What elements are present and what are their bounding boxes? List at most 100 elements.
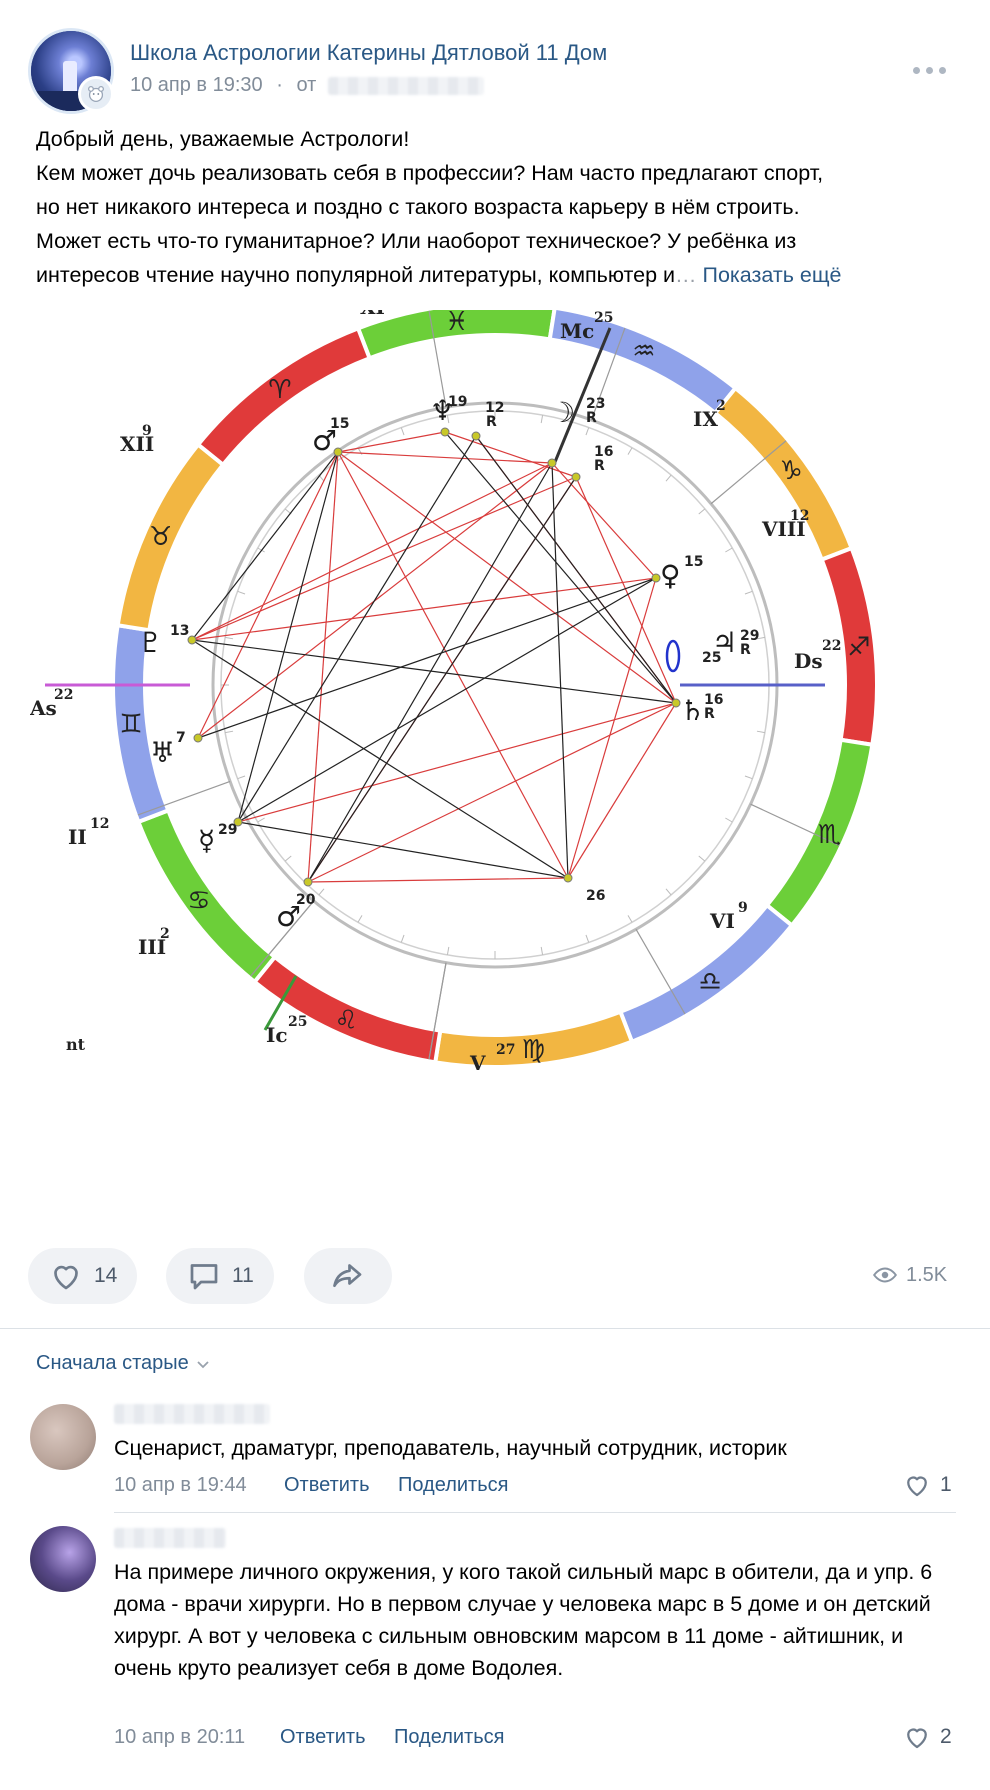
degree-tick [744,590,753,595]
share-button[interactable] [304,1248,392,1304]
comment-button[interactable]: 11 [166,1248,274,1304]
comment-like-count: 2 [940,1725,952,1748]
degree-tick [400,934,405,943]
more-horizontal-icon[interactable] [913,64,953,78]
degree-tick [665,474,672,482]
comment-date[interactable]: 10 апр в 20:11 [114,1726,245,1749]
heart-icon [907,1476,927,1497]
planet-degree-label: R [486,414,497,430]
share-link[interactable]: Поделиться [398,1474,508,1497]
bear-icon [78,76,114,112]
group-name[interactable]: Школа Астрологии Катерины Дятловой 11 До… [130,40,607,66]
planet-degree-label: 13 [170,623,189,639]
aspect-line-black [197,577,657,739]
planet-point [563,873,573,883]
degree-tick [627,915,633,923]
post-date[interactable]: 10 апр в 19:30 [130,74,263,96]
planet-degree-label: 25 [702,650,721,666]
reply-link[interactable]: Ответить [280,1726,366,1749]
house-degree-label: 12 [90,816,109,832]
degree-tick [400,427,405,436]
zodiac-sign-glyph: ♋ [187,886,210,916]
planet-degree-label: R [704,706,715,722]
comment-count: 11 [232,1264,254,1287]
house-label: XI [360,310,385,319]
degree-tick [318,888,325,896]
house-label: V [469,1051,486,1075]
aspect-line-red [237,702,677,823]
house-label: IX [693,407,718,431]
degree-tick [237,775,246,780]
show-more-link[interactable]: Показать ещё [703,263,842,287]
from-label: от [296,74,317,96]
comment-icon [190,1264,218,1290]
planet-glyph: ♇ [138,626,163,659]
reply-link[interactable]: Ответить [284,1474,370,1497]
degree-tick [257,817,265,823]
degree-tick [357,915,363,923]
post-text: Добрый день, уважаемые Астрологи! Кем мо… [36,122,956,292]
author-name-blurred[interactable] [327,76,484,95]
aspect-line-red [307,877,569,883]
planet-point [547,458,557,468]
zodiac-sign-glyph: ♑ [779,456,802,486]
house-degree-label: 22 [54,687,73,703]
aspect-line-black [237,451,339,823]
comment-divider [114,1512,956,1513]
degree-tick [446,946,450,955]
aspect-line-red [191,476,577,641]
house-degree-label: 22 [822,638,841,654]
chart-footer-label: nt [66,1035,86,1054]
comment-like-button[interactable]: 1 [902,1470,952,1500]
post-text-line: Добрый день, уважаемые Астрологи! [36,127,410,151]
planet-degree-label: 20 [296,892,316,908]
comment-avatar[interactable] [30,1404,96,1470]
comment-author-blurred[interactable] [114,1404,270,1424]
planet-degree-label: 15 [330,416,349,432]
degree-tick [225,730,234,734]
comment-text: Сценарист, драматург, преподаватель, нау… [114,1436,787,1460]
aspect-line-black [307,476,577,883]
comment-like-button[interactable]: 2 [902,1722,952,1752]
comment-author-blurred[interactable] [114,1528,226,1548]
comments-sort-dropdown[interactable]: Сначала старые [36,1352,211,1375]
aspect-lines [187,427,681,887]
comment-like-count: 1 [940,1473,952,1496]
degree-tick [665,888,672,896]
post-text-line: Может есть что-то гуманитарное? Или наоб… [36,229,797,253]
degree-tick [237,590,246,595]
views-count: 1.5K [906,1263,948,1286]
degree-tick [627,447,633,455]
post-text-last: интересов чтение научно популярной литер… [36,263,676,287]
comment-date[interactable]: 10 апр в 19:44 [114,1474,247,1497]
degree-tick [698,508,706,515]
planet-glyph: ♀ [660,559,681,592]
like-button[interactable]: 14 [28,1248,138,1304]
planet-degree-label: 7 [176,730,186,746]
planet-point [303,877,313,887]
comment-text: На примере личного окружения, у кого так… [114,1560,933,1680]
planet-point [193,733,203,743]
zodiac-sign-glyph: ♒ [632,337,655,367]
planet-glyph: ♄ [680,694,705,727]
aspect-line-red [337,451,569,879]
planet-degree-label: R [586,410,597,426]
planet-degree-label: R [740,642,751,658]
share-link[interactable]: Поделиться [394,1726,504,1749]
share-icon [333,1264,362,1288]
house-degree-label: 27 [496,1042,515,1058]
zodiac-sign-glyph: ♉ [149,522,172,552]
house-degree-label: 25 [594,310,613,326]
natal-chart-image[interactable]: ♓♒♑♐♏♎♍♌♋♊♉♈XI27Mc25IX2VIII12Ds22VI9V27I… [30,310,960,1220]
planet-point [671,698,681,708]
zodiac-sign-glyph: ♌ [334,1005,357,1035]
degree-tick [225,636,234,640]
zodiac-sign-glyph: ♍ [522,1035,545,1065]
planet-point [651,573,661,583]
comment-avatar[interactable] [30,1526,96,1592]
house-degree-label: 9 [142,423,152,439]
post-text-line: но нет никакого интереса и поздно с тако… [36,195,800,219]
meta-separator: · [276,74,283,96]
degree-tick [725,547,733,553]
house-degree-label: 12 [790,508,809,524]
